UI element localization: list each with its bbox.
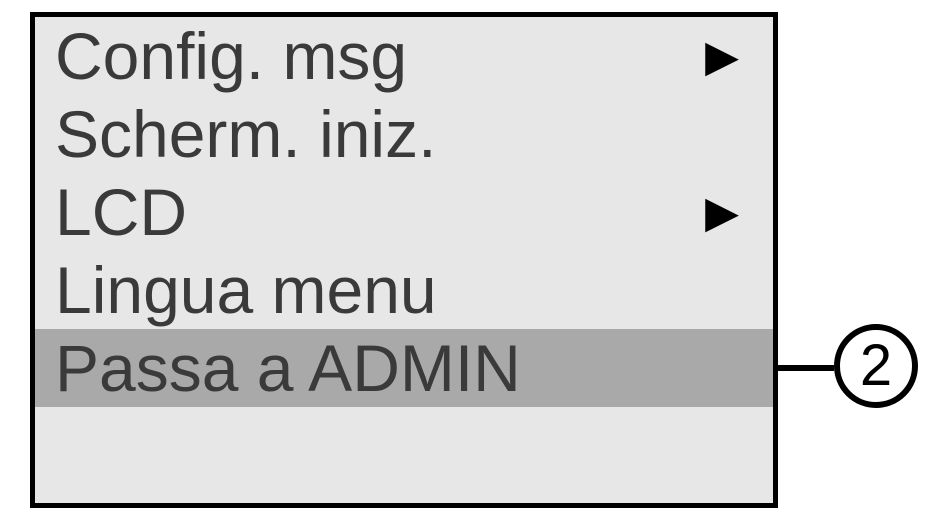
callout-badge: 2 bbox=[834, 324, 918, 408]
menu-item-config-msg[interactable]: Config. msg ▶ bbox=[35, 17, 773, 95]
menu-item-lcd[interactable]: LCD ▶ bbox=[35, 173, 773, 251]
menu-item-label: Config. msg bbox=[55, 18, 407, 94]
menu-item-passa-admin[interactable]: Passa a ADMIN bbox=[35, 329, 773, 407]
lcd-screen: Config. msg ▶ Scherm. iniz. LCD ▶ Lingua… bbox=[30, 12, 778, 508]
screen-spacer bbox=[35, 407, 773, 487]
menu-item-lingua-menu[interactable]: Lingua menu bbox=[35, 251, 773, 329]
submenu-arrow-icon: ▶ bbox=[705, 31, 739, 82]
callout-connector-line bbox=[778, 365, 834, 371]
callout-number: 2 bbox=[860, 337, 892, 395]
menu-item-label: Scherm. iniz. bbox=[55, 96, 436, 172]
menu-item-label: LCD bbox=[55, 174, 187, 250]
submenu-arrow-icon: ▶ bbox=[705, 187, 739, 238]
menu-item-label: Passa a ADMIN bbox=[55, 330, 521, 406]
menu-item-scherm-iniz[interactable]: Scherm. iniz. bbox=[35, 95, 773, 173]
menu-item-label: Lingua menu bbox=[55, 252, 437, 328]
